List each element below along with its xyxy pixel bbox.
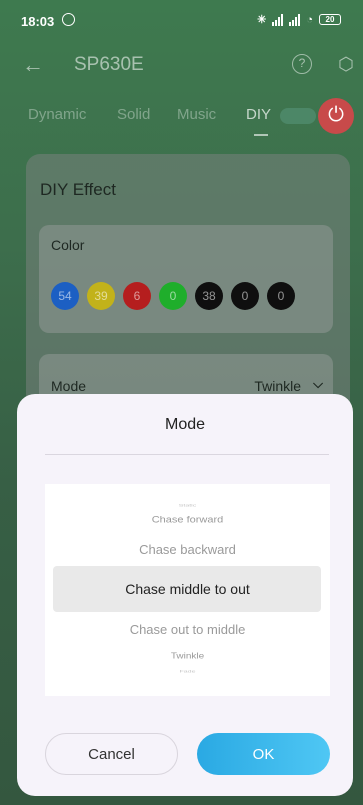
- status-bar: 18:03 ✳ ◔ 20: [0, 0, 363, 40]
- whatsapp-icon: [62, 13, 75, 26]
- power-toggle[interactable]: [280, 108, 316, 124]
- effect-tabs: Dynamic Solid Music DIY ⏻: [0, 98, 363, 140]
- tab-solid[interactable]: Solid: [117, 106, 150, 123]
- sheet-divider: [45, 454, 329, 455]
- color-dot-1[interactable]: 54: [51, 282, 79, 310]
- signal-icon-2: [289, 13, 301, 26]
- signal-icon: [272, 13, 284, 26]
- wifi-icon: ◔: [306, 13, 313, 26]
- color-dot-3[interactable]: 6: [123, 282, 151, 310]
- cancel-button[interactable]: Cancel: [45, 733, 178, 775]
- mode-label: Mode: [51, 378, 87, 394]
- bluetooth-icon: ✳: [257, 14, 267, 26]
- color-dot-5[interactable]: 38: [195, 282, 223, 310]
- picker-option[interactable]: Static: [45, 504, 330, 508]
- battery-icon: 20: [319, 14, 341, 25]
- status-icons: ✳ ◔ 20: [257, 13, 341, 26]
- color-section: Color 54 39 6 0 38 0 0: [39, 225, 333, 333]
- color-dots: 54 39 6 0 38 0 0: [51, 282, 295, 310]
- tab-diy[interactable]: DIY: [246, 106, 271, 136]
- mode-picker[interactable]: Static Chase forward Chase backward Chas…: [45, 484, 330, 696]
- mode-bottom-sheet: Mode Static Chase forward Chase backward…: [17, 394, 353, 796]
- ok-button[interactable]: OK: [197, 733, 330, 775]
- sheet-title: Mode: [164, 416, 206, 433]
- color-dot-7[interactable]: 0: [267, 282, 295, 310]
- picker-option[interactable]: Fade: [45, 670, 330, 674]
- color-dot-6[interactable]: 0: [231, 282, 259, 310]
- tab-dynamic[interactable]: Dynamic: [28, 106, 86, 123]
- app-screen: 18:03 ✳ ◔ 20 ← SP630E ? ⬡ Dynamic Solid …: [0, 0, 363, 805]
- picker-option-selected[interactable]: Chase middle to out: [45, 581, 330, 597]
- picker-option[interactable]: Twinkle: [45, 652, 330, 661]
- chevron-down-icon: ⌵: [313, 376, 323, 391]
- tab-music[interactable]: Music: [177, 106, 216, 123]
- picker-option[interactable]: Chase forward: [45, 515, 330, 525]
- question-icon[interactable]: ?: [292, 54, 312, 74]
- gear-icon[interactable]: ⬡: [336, 54, 356, 74]
- picker-option[interactable]: Chase backward: [45, 542, 330, 557]
- color-dot-4[interactable]: 0: [159, 282, 187, 310]
- picker-option[interactable]: Chase out to middle: [45, 622, 330, 637]
- card-title: DIY Effect: [40, 180, 116, 199]
- power-icon[interactable]: ⏻: [318, 98, 354, 134]
- device-title: SP630E: [74, 54, 144, 75]
- status-time: 18:03: [21, 14, 55, 29]
- color-dot-2[interactable]: 39: [87, 282, 115, 310]
- app-header: ← SP630E ? ⬡: [0, 44, 363, 84]
- mode-value: Twinkle: [254, 378, 301, 394]
- arrow-left-icon[interactable]: ←: [22, 52, 44, 78]
- color-label: Color: [51, 237, 85, 253]
